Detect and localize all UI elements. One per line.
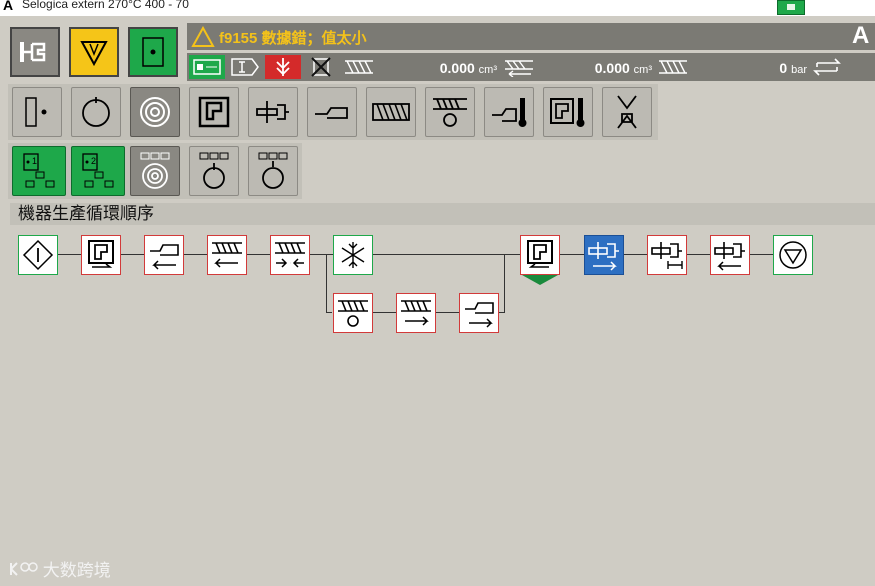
mold-temp-button[interactable]	[543, 87, 593, 137]
nozzle-forward-icon	[150, 244, 179, 270]
ejector-stroke-icon	[651, 242, 683, 269]
step-nozzle-back[interactable]	[459, 293, 499, 333]
cycle-button[interactable]	[71, 87, 121, 137]
robot-button[interactable]	[602, 87, 652, 137]
cooling-snowflake-icon	[341, 242, 365, 268]
cycle-arrows-icon[interactable]	[809, 55, 845, 79]
step-cooling[interactable]	[333, 235, 373, 275]
step-ejector-stroke[interactable]	[647, 235, 687, 275]
sequence-single-button[interactable]	[248, 146, 298, 196]
sequence-2-button[interactable]: 2	[71, 146, 125, 196]
sequence-power-button[interactable]	[189, 146, 239, 196]
svg-text:2: 2	[91, 156, 96, 166]
plasticizing-button[interactable]	[425, 87, 475, 137]
shot-volume-value: 0.000 cm³	[439, 60, 497, 76]
power-cycle-icon	[82, 97, 110, 127]
sequence-1-icon: 1	[23, 153, 55, 188]
connector-line	[326, 312, 332, 313]
mold-button[interactable]	[12, 87, 62, 137]
step-mold-open[interactable]	[520, 235, 560, 275]
screw-icon	[372, 103, 410, 121]
sequence-2-icon: 2	[82, 153, 114, 188]
connector-line	[326, 254, 327, 312]
connector-line	[372, 312, 396, 313]
decompression-icon	[401, 300, 431, 326]
status-row: 0.000 cm³ 0.000 cm³ 0 bar	[187, 53, 875, 81]
cushion-value: 0.000 cm³	[594, 60, 652, 76]
step-ejector-back[interactable]	[710, 235, 750, 275]
mold-open-icon	[527, 240, 553, 268]
mold-disabled-icon[interactable]	[303, 55, 339, 79]
pressure-icon	[655, 55, 691, 79]
injection-unit-icon	[20, 42, 46, 62]
step-start[interactable]	[18, 235, 58, 275]
mold-close-icon	[88, 240, 114, 268]
cycle-start-button[interactable]	[128, 27, 178, 77]
clamp-icon	[198, 96, 230, 128]
manual-mode-button[interactable]	[69, 27, 119, 77]
nozzle-button[interactable]	[307, 87, 357, 137]
step-plasticizing[interactable]	[333, 293, 373, 333]
step-injection[interactable]	[207, 235, 247, 275]
app-logo-icon: A	[3, 0, 14, 13]
alarm-text: f9155 數據錯；值太小	[219, 30, 367, 47]
screw-button[interactable]	[366, 87, 416, 137]
watermark: 大数跨境	[8, 556, 111, 581]
title-bar: A Selogica extern 270°C 400 - 70	[0, 0, 875, 16]
sequence-single-icon	[258, 152, 288, 189]
nozzle-icon	[315, 107, 348, 119]
auto-cycle-button[interactable]	[130, 87, 180, 137]
shot-volume-icon	[341, 55, 377, 79]
io-signal-icon[interactable]	[227, 55, 263, 79]
injection-icon	[212, 242, 242, 268]
holding-pressure-icon	[275, 242, 305, 268]
step-ejector-forward[interactable]	[584, 235, 624, 275]
svg-text:1: 1	[32, 156, 37, 166]
warning-triangle-icon	[191, 26, 215, 47]
step-nozzle-forward[interactable]	[144, 235, 184, 275]
gripper-icon	[617, 95, 637, 129]
nozzle-temperature-icon	[492, 98, 527, 127]
step-end[interactable]	[773, 235, 813, 275]
watermark-text: 大数跨境	[42, 561, 111, 580]
single-cycle-icon	[142, 37, 164, 67]
ejector-forward-icon	[588, 242, 619, 271]
watermark-logo-icon	[10, 561, 38, 576]
alarm-bar[interactable]: f9155 數據錯；值太小	[187, 23, 875, 50]
plasticizing-icon	[433, 98, 467, 127]
status-indicator-icon[interactable]	[777, 0, 805, 15]
step-decompression[interactable]	[396, 293, 436, 333]
sequence-auto-button[interactable]	[130, 146, 180, 196]
clamp-button[interactable]	[189, 87, 239, 137]
step-mold-close[interactable]	[81, 235, 121, 275]
manual-hand-icon	[80, 41, 108, 67]
connector-line	[504, 254, 505, 313]
heater-alarm-icon[interactable]	[265, 55, 301, 79]
start-diamond-icon	[22, 239, 54, 271]
section-title: 機器生產循環順序	[10, 203, 875, 225]
cycle-sequence-diagram	[0, 228, 875, 548]
spiral-icon	[140, 97, 170, 127]
plasticizing-icon	[338, 300, 368, 327]
mold-temperature-icon	[550, 98, 585, 127]
sequence-spiral-icon	[140, 152, 170, 189]
ejector-button[interactable]	[248, 87, 298, 137]
card-reader-icon[interactable]	[189, 55, 225, 79]
nozzle-back-icon	[465, 302, 494, 328]
decompression-icon	[501, 55, 537, 79]
machine-mode-button[interactable]	[10, 27, 60, 77]
pressure-value: 0 bar	[779, 60, 807, 76]
mold-open-icon	[25, 97, 47, 127]
brand-logo-icon: A	[852, 22, 870, 49]
connector-line	[435, 312, 459, 313]
nozzle-temp-button[interactable]	[484, 87, 534, 137]
end-circle-icon	[779, 241, 807, 269]
step-holding-pressure[interactable]	[270, 235, 310, 275]
current-step-marker-icon	[522, 275, 558, 285]
sequence-1-button[interactable]: 1	[12, 146, 66, 196]
window-title: Selogica extern 270°C 400 - 70	[22, 0, 189, 11]
ejector-back-icon	[714, 242, 745, 271]
sequence-power-icon	[199, 152, 229, 189]
ejector-icon	[256, 101, 289, 123]
